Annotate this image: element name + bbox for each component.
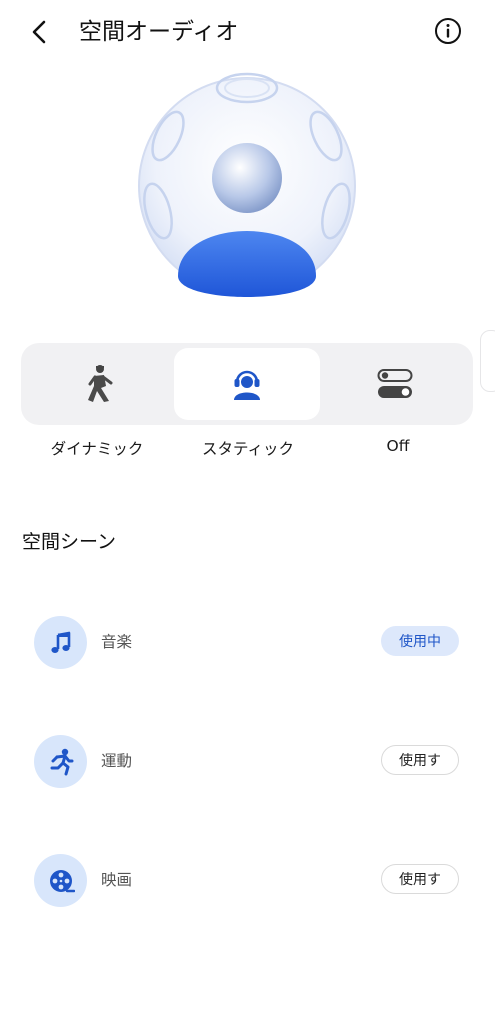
scene-label: 映画 (101, 871, 133, 889)
mode-dynamic-label: ダイナミック (50, 440, 144, 458)
person-headphones-icon (234, 370, 260, 400)
music-note-icon (34, 616, 87, 669)
toggle-switches-icon (377, 369, 413, 398)
mode-dynamic-button[interactable] (26, 348, 172, 420)
back-button[interactable] (22, 14, 58, 50)
mode-static-button[interactable] (174, 348, 320, 420)
edge-panel-handle[interactable] (480, 330, 495, 392)
scene-use-button[interactable]: 使用す (381, 745, 459, 775)
scene-label: 音楽 (101, 633, 133, 651)
info-icon (435, 18, 461, 44)
mode-off-label: Off (386, 437, 410, 455)
running-person-icon (34, 735, 87, 788)
scene-label: 運動 (101, 752, 133, 770)
page-title: 空間オーディオ (79, 19, 239, 45)
mode-selector (21, 343, 473, 425)
walking-person-icon (88, 365, 113, 402)
scene-status-button[interactable]: 使用中 (381, 626, 459, 656)
chevron-left-icon (32, 20, 46, 44)
film-reel-icon (34, 854, 87, 907)
spatial-audio-illustration (130, 66, 365, 321)
scene-use-button[interactable]: 使用す (381, 864, 459, 894)
scene-row-music[interactable]: 音楽 使用中 (0, 610, 495, 674)
scene-row-exercise[interactable]: 運動 使用す (0, 729, 495, 793)
spatial-scenes-heading: 空間シーン (22, 531, 117, 553)
scene-row-movie[interactable]: 映画 使用す (0, 848, 495, 912)
mode-off-button[interactable] (322, 348, 468, 420)
top-bar: 空間オーディオ (0, 0, 495, 64)
info-button[interactable] (431, 14, 465, 48)
mode-static-label: スタティック (201, 440, 295, 458)
